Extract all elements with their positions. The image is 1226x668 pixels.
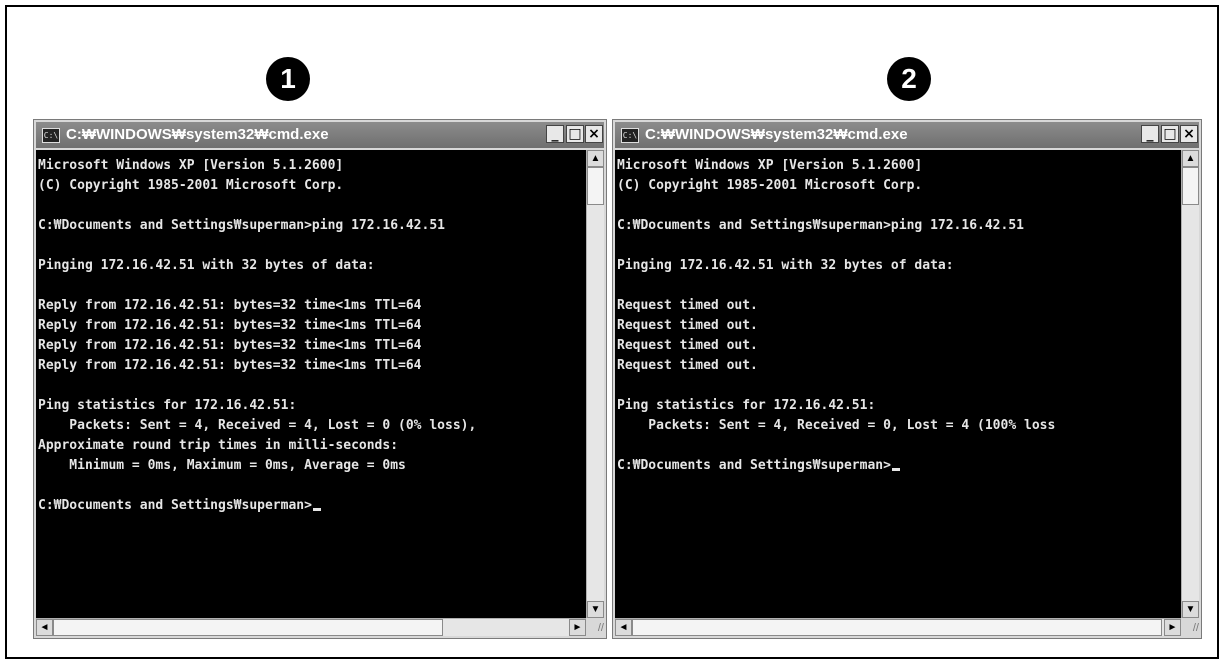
text-cursor <box>312 508 321 511</box>
window-title: C:₩WINDOWS₩system32₩cmd.exe <box>645 126 908 143</box>
step-marker-2: 2 <box>887 57 931 101</box>
horizontal-scrollbar[interactable]: ◄ ► <box>615 618 1181 636</box>
vertical-scrollbar[interactable]: ▲ ▼ <box>1181 150 1199 618</box>
cmd-window-2: C:\ C:₩WINDOWS₩system32₩cmd.exe _ □ × Mi… <box>612 119 1202 639</box>
scroll-left-button[interactable]: ◄ <box>36 619 53 636</box>
scroll-down-button[interactable]: ▼ <box>587 601 604 618</box>
scroll-up-button[interactable]: ▲ <box>1182 150 1199 167</box>
title-bar[interactable]: C:\ C:₩WINDOWS₩system32₩cmd.exe _ □ × <box>615 122 1199 148</box>
scroll-down-button[interactable]: ▼ <box>1182 601 1199 618</box>
close-button[interactable]: × <box>1180 125 1198 143</box>
resize-grip-icon[interactable]: // <box>1181 618 1199 636</box>
maximize-button[interactable]: □ <box>566 125 584 143</box>
console-text: Microsoft Windows XP [Version 5.1.2600] … <box>38 158 477 513</box>
vertical-scroll-thumb[interactable] <box>1182 167 1199 205</box>
scroll-up-button[interactable]: ▲ <box>587 150 604 167</box>
scroll-left-button[interactable]: ◄ <box>615 619 632 636</box>
console-output[interactable]: Microsoft Windows XP [Version 5.1.2600] … <box>615 150 1181 618</box>
cmd-icon: C:\ <box>621 128 639 143</box>
resize-grip-icon[interactable]: // <box>586 618 604 636</box>
console-text: Microsoft Windows XP [Version 5.1.2600] … <box>617 158 1056 473</box>
window-title: C:₩WINDOWS₩system32₩cmd.exe <box>66 126 329 143</box>
scroll-right-button[interactable]: ► <box>569 619 586 636</box>
vertical-scrollbar[interactable]: ▲ ▼ <box>586 150 604 618</box>
figure-frame: 1 2 C:\ C:₩WINDOWS₩system32₩cmd.exe _ □ … <box>5 5 1219 659</box>
horizontal-scroll-thumb[interactable] <box>53 619 443 636</box>
text-cursor <box>891 468 900 471</box>
scroll-right-button[interactable]: ► <box>1164 619 1181 636</box>
cmd-icon: C:\ <box>42 128 60 143</box>
close-button[interactable]: × <box>585 125 603 143</box>
minimize-button[interactable]: _ <box>1141 125 1159 143</box>
console-output[interactable]: Microsoft Windows XP [Version 5.1.2600] … <box>36 150 586 618</box>
maximize-button[interactable]: □ <box>1161 125 1179 143</box>
vertical-scroll-thumb[interactable] <box>587 167 604 205</box>
minimize-button[interactable]: _ <box>546 125 564 143</box>
horizontal-scroll-thumb[interactable] <box>632 619 1162 636</box>
title-bar[interactable]: C:\ C:₩WINDOWS₩system32₩cmd.exe _ □ × <box>36 122 604 148</box>
step-marker-1: 1 <box>266 57 310 101</box>
cmd-window-1: C:\ C:₩WINDOWS₩system32₩cmd.exe _ □ × Mi… <box>33 119 607 639</box>
horizontal-scrollbar[interactable]: ◄ ► <box>36 618 586 636</box>
